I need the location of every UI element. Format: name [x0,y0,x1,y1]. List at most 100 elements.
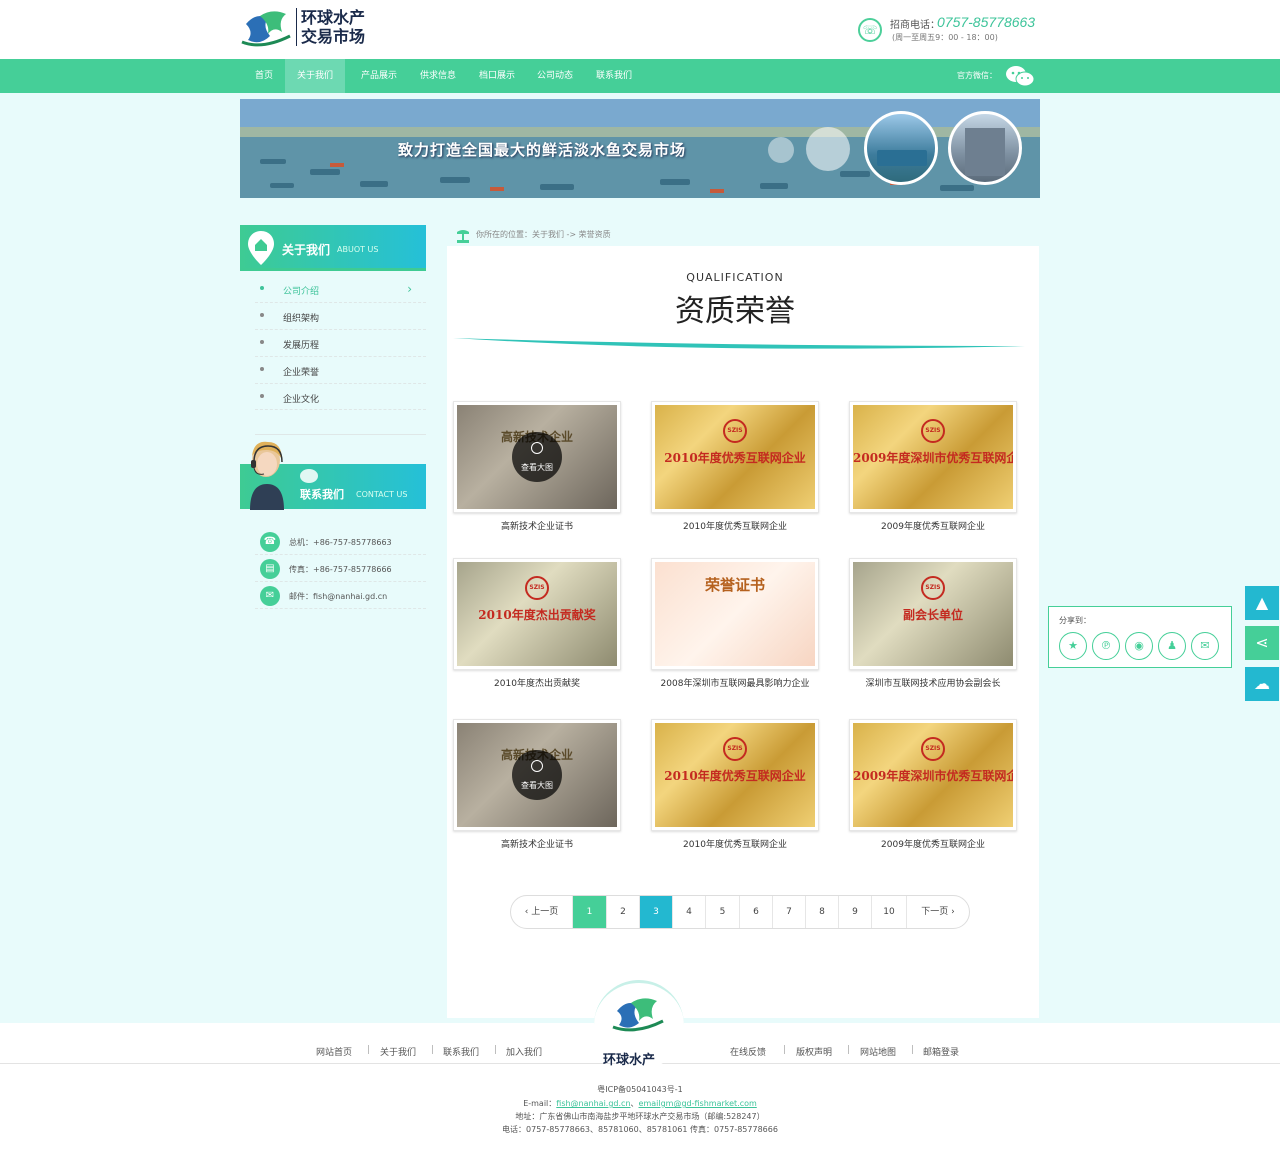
footer-icp: 粤ICP备05041043号-1 [597,1085,683,1094]
footer-separator: | [847,1045,851,1055]
page-button-2[interactable]: 2 [607,896,640,928]
sidebar-about-header: 关于我们 ABUOT US [240,225,426,271]
certificate-image[interactable]: SZIS 2010年度优秀互联网企业 [651,719,819,831]
certificate-photo: SZIS 2009年度深圳市优秀互联网企业 [853,405,1013,509]
nav-item-about[interactable]: 关于我们 [285,59,346,93]
nav-item-contact[interactable]: 联系我们 [584,59,644,93]
back-to-top-rocket-icon[interactable]: ▲ [1245,586,1279,620]
footer-link-about[interactable]: 关于我们 [380,1045,416,1058]
page-button-5[interactable]: 5 [706,896,740,928]
sidebar-item-label: 企业文化 [283,395,320,405]
wechat-share-icon[interactable]: ✉ [1191,632,1219,660]
page-button-10[interactable]: 10 [872,896,907,928]
page-button-3[interactable]: 3 [640,896,673,928]
section-title-en: QUALIFICATION [686,271,784,284]
certificate-seal: SZIS [921,419,945,443]
sidebar-item-label: 组织架构 [283,314,320,324]
certificate-image[interactable]: 高新技术企业查看大图 [453,719,621,831]
certificate-image[interactable]: SZIS 副会长单位 [849,558,1017,670]
bullet-dot [260,313,264,317]
page-button-1[interactable]: 1 [573,896,607,928]
footer-link-mail-login[interactable]: 邮箱登录 [923,1045,959,1058]
section-title: 资质荣誉 [675,294,795,329]
sidebar-item-honors[interactable]: 企业荣誉 [255,357,426,384]
sidebar-item-history[interactable]: 发展历程 [255,330,426,357]
sina-weibo-icon[interactable]: ◉ [1125,632,1153,660]
home-pin-icon [248,231,274,265]
page-button-8[interactable]: 8 [806,896,839,928]
certificate-inscription: 2009年度深圳市优秀互联网企业 [853,450,1013,465]
footer-separator: | [431,1045,435,1055]
next-page-button[interactable]: 下一页 › [907,896,969,928]
contact-mail-text[interactable]: 邮件：fish@nanhai.gd.cn [289,591,387,602]
sidebar-item-company-intro[interactable]: 公司介绍 › [255,276,426,303]
qq-icon[interactable]: ♟ [1158,632,1186,660]
share-toggle-icon[interactable]: ⋖ [1245,626,1279,660]
nav-item-stalls[interactable]: 档口展示 [467,59,527,93]
certificate-seal: SZIS [723,419,747,443]
footer-email-line: E-mail：fish@nanhai.gd.cn、emailgm@gd-fish… [0,1098,1280,1109]
prev-page-button[interactable]: ‹ 上一页 [511,896,573,928]
main-nav: 首页 关于我们 产品展示 供求信息 档口展示 公司动态 联系我们 官方微信： [0,59,1280,93]
wechat-icon[interactable] [1005,65,1035,87]
certificate-caption[interactable]: 2010年度杰出贡献奖 [443,676,631,689]
certificate-seal: SZIS [723,737,747,761]
main-content: QUALIFICATION 资质荣誉 高新技术企业查看大图高新技术企业证书SZI… [447,246,1039,1018]
certificate-inscription: 副会长单位 [902,607,963,622]
certificate-caption[interactable]: 深圳市互联网技术应用协会副会长 [839,676,1027,689]
sidebar-item-culture[interactable]: 企业文化 [255,384,426,410]
certificate-photo: 高新技术企业查看大图 [457,723,617,827]
footer-phones: 电话：0757-85778663、85781060、85781061 传真：07… [502,1125,778,1134]
footer-link-feedback[interactable]: 在线反馈 [730,1045,766,1058]
footer-link-home[interactable]: 网站首页 [316,1045,352,1058]
footer-link-copyright[interactable]: 版权声明 [796,1045,832,1058]
page-button-4[interactable]: 4 [673,896,706,928]
certificate-caption[interactable]: 2009年度优秀互联网企业 [839,837,1027,850]
certificate-inscription: 2010年度优秀互联网企业 [664,450,806,465]
certificate-caption[interactable]: 高新技术企业证书 [443,837,631,850]
chevron-right-icon: › [948,907,955,917]
page-button-7[interactable]: 7 [773,896,806,928]
nav-item-products[interactable]: 产品展示 [349,59,409,93]
nav-item-home[interactable]: 首页 [243,59,285,93]
certificate-image[interactable]: 高新技术企业查看大图 [453,401,621,513]
wechat-float-icon[interactable]: ☁ [1245,667,1279,701]
phone-icon: ☏ [858,18,882,42]
certificate-inscription: 2010年度优秀互联网企业 [664,768,806,783]
footer-email-1[interactable]: fish@nanhai.gd.cn [556,1099,630,1108]
zoom-in-icon [531,442,543,454]
certificate-image[interactable]: SZIS 2010年度优秀互联网企业 [651,401,819,513]
certificate-caption[interactable]: 2009年度优秀互联网企业 [839,519,1027,532]
certificate-caption[interactable]: 2008年深圳市互联网最具影响力企业 [641,676,829,689]
next-page-label: 下一页 [921,907,949,917]
breadcrumb: 你所在的位置：关于我们 -> 荣誉资质 [476,230,611,239]
footer-address: 地址：广东省佛山市南海盐步平地环球水产交易市场（邮编:528247） [515,1112,765,1121]
certificate-image[interactable]: SZIS 2009年度深圳市优秀互联网企业 [849,719,1017,831]
sidebar-item-organization[interactable]: 组织架构 [255,303,426,330]
certificate-image[interactable]: SZIS 2009年度深圳市优秀互联网企业 [849,401,1017,513]
footer-link-join[interactable]: 加入我们 [506,1045,542,1058]
footer-link-contact[interactable]: 联系我们 [443,1045,479,1058]
certificate-caption[interactable]: 2010年度优秀互联网企业 [641,519,829,532]
certificate-image[interactable]: 荣誉证书 [651,558,819,670]
view-large-overlay[interactable]: 查看大图 [512,432,562,482]
certificate-caption[interactable]: 高新技术企业证书 [443,519,631,532]
certificate-image[interactable]: SZIS 2010年度杰出贡献奖 [453,558,621,670]
bullet-dot [260,367,264,371]
certificate-photo: SZIS 2010年度优秀互联网企业 [655,723,815,827]
phone-hours: (周一至周五9：00 - 18：00) [892,33,998,42]
tencent-weibo-icon[interactable]: ℗ [1092,632,1120,660]
nav-item-news[interactable]: 公司动态 [525,59,585,93]
view-large-overlay[interactable]: 查看大图 [512,750,562,800]
footer-link-sitemap[interactable]: 网站地图 [860,1045,896,1058]
qzone-icon[interactable]: ★ [1059,632,1087,660]
page-button-6[interactable]: 6 [740,896,773,928]
footer-email-label: E-mail： [523,1099,557,1108]
nav-item-supply[interactable]: 供求信息 [408,59,468,93]
certificate-seal: SZIS [921,576,945,600]
page-button-9[interactable]: 9 [839,896,872,928]
certificate-caption[interactable]: 2010年度优秀互联网企业 [641,837,829,850]
phone-number: 0757-85778663 [937,14,1036,30]
footer-logo-icon[interactable] [611,995,667,1035]
footer-email-2[interactable]: emailgm@gd-fishmarket.com [639,1099,757,1108]
